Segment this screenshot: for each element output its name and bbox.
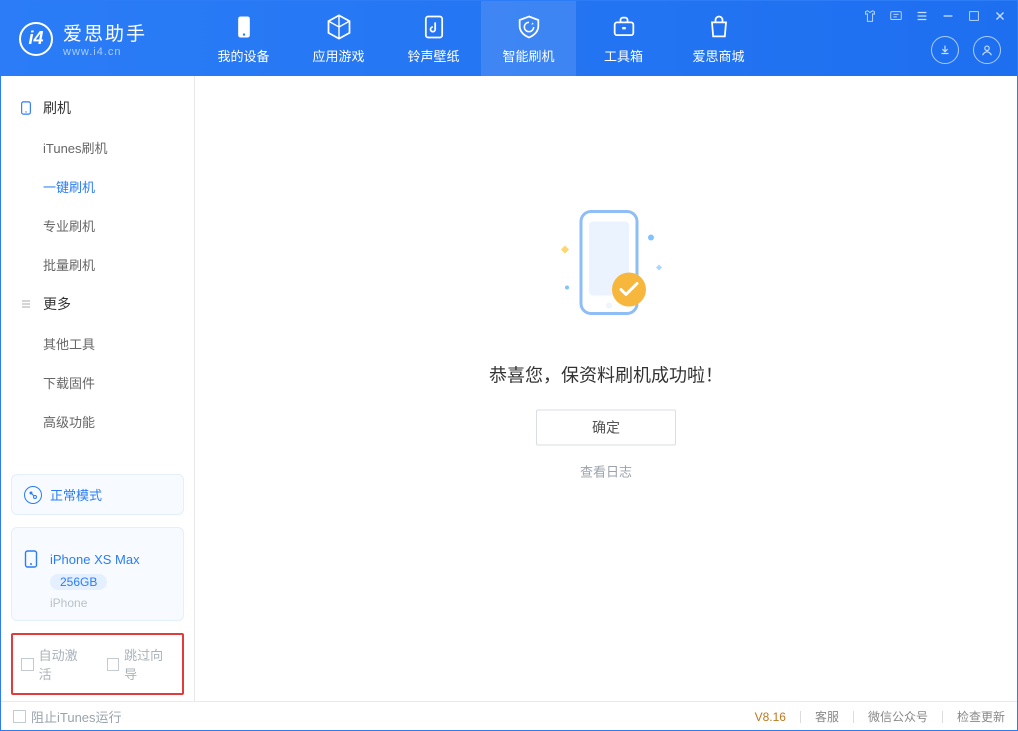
logo: i4 爱思助手 www.i4.cn [1, 19, 196, 58]
checkbox-icon [21, 658, 34, 671]
device-mode[interactable]: 正常模式 [24, 485, 171, 504]
tab-toolbox[interactable]: 工具箱 [576, 1, 671, 76]
download-icon [938, 43, 952, 57]
header-action-icons [931, 36, 1001, 64]
user-icon [980, 43, 994, 57]
status-link-support[interactable]: 客服 [815, 708, 839, 725]
music-file-icon [420, 13, 448, 41]
sidebar-item-download-firmware[interactable]: 下载固件 [1, 363, 194, 402]
tab-ringtone-wallpaper[interactable]: 铃声壁纸 [386, 1, 481, 76]
header: i4 爱思助手 www.i4.cn 我的设备 应用游戏 铃声壁纸 智能刷机 工具… [1, 1, 1017, 76]
checkbox-auto-activate[interactable]: 自动激活 [21, 645, 89, 683]
logo-icon: i4 [19, 22, 53, 56]
mode-icon [24, 486, 42, 504]
user-button[interactable] [973, 36, 1001, 64]
tab-smart-flash[interactable]: 智能刷机 [481, 1, 576, 76]
checkbox-icon [107, 658, 120, 671]
sidebar-item-advanced[interactable]: 高级功能 [1, 402, 194, 441]
checkbox-icon [13, 710, 26, 723]
main-tabs: 我的设备 应用游戏 铃声壁纸 智能刷机 工具箱 爱思商城 [196, 1, 766, 76]
device-info-box: iPhone XS Max 256GB iPhone [11, 527, 184, 621]
status-link-wechat[interactable]: 微信公众号 [868, 708, 928, 725]
device-phone-icon [24, 550, 42, 568]
main-content: 恭喜您，保资料刷机成功啦！ 确定 查看日志 [195, 76, 1017, 701]
device-name[interactable]: iPhone XS Max [24, 550, 171, 568]
window-controls [863, 9, 1007, 23]
sidebar-item-itunes-flash[interactable]: iTunes刷机 [1, 128, 194, 167]
shirt-icon[interactable] [863, 9, 877, 23]
download-button[interactable] [931, 36, 959, 64]
shield-sync-icon [515, 13, 543, 41]
sidebar-item-other-tools[interactable]: 其他工具 [1, 324, 194, 363]
device-type: iPhone [50, 596, 171, 610]
menu-icon[interactable] [915, 9, 929, 23]
cube-icon [325, 13, 353, 41]
status-bar: 阻止iTunes运行 V8.16 客服 微信公众号 检查更新 [1, 701, 1017, 731]
maximize-icon[interactable] [967, 9, 981, 23]
status-link-update[interactable]: 检查更新 [957, 708, 1005, 725]
options-highlight-box: 自动激活 跳过向导 [11, 633, 184, 695]
minimize-icon[interactable] [941, 9, 955, 23]
success-message: 恭喜您，保资料刷机成功啦！ [489, 361, 723, 387]
app-domain: www.i4.cn [63, 46, 147, 58]
briefcase-icon [610, 13, 638, 41]
tab-store[interactable]: 爱思商城 [671, 1, 766, 76]
sidebar-item-oneclick-flash[interactable]: 一键刷机 [1, 167, 194, 206]
device-storage: 256GB [50, 574, 107, 590]
bag-icon [705, 13, 733, 41]
app-title: 爱思助手 [63, 19, 147, 46]
sidebar-item-batch-flash[interactable]: 批量刷机 [1, 245, 194, 284]
device-icon [230, 13, 258, 41]
view-log-link[interactable]: 查看日志 [580, 461, 632, 480]
list-icon [19, 297, 33, 311]
ok-button[interactable]: 确定 [536, 409, 676, 445]
checkbox-block-itunes[interactable]: 阻止iTunes运行 [13, 707, 122, 726]
tab-apps-games[interactable]: 应用游戏 [291, 1, 386, 76]
success-illustration [531, 197, 681, 337]
checkbox-skip-guide[interactable]: 跳过向导 [107, 645, 175, 683]
feedback-icon[interactable] [889, 9, 903, 23]
tab-my-device[interactable]: 我的设备 [196, 1, 291, 76]
sidebar-group-flash: 刷机 [1, 88, 194, 128]
version-label: V8.16 [755, 710, 786, 724]
device-mode-box: 正常模式 [11, 474, 184, 515]
phone-icon [19, 101, 33, 115]
close-icon[interactable] [993, 9, 1007, 23]
sidebar-group-more: 更多 [1, 284, 194, 324]
sidebar: 刷机 iTunes刷机 一键刷机 专业刷机 批量刷机 更多 其他工具 下载固件 … [1, 76, 195, 701]
sidebar-item-pro-flash[interactable]: 专业刷机 [1, 206, 194, 245]
